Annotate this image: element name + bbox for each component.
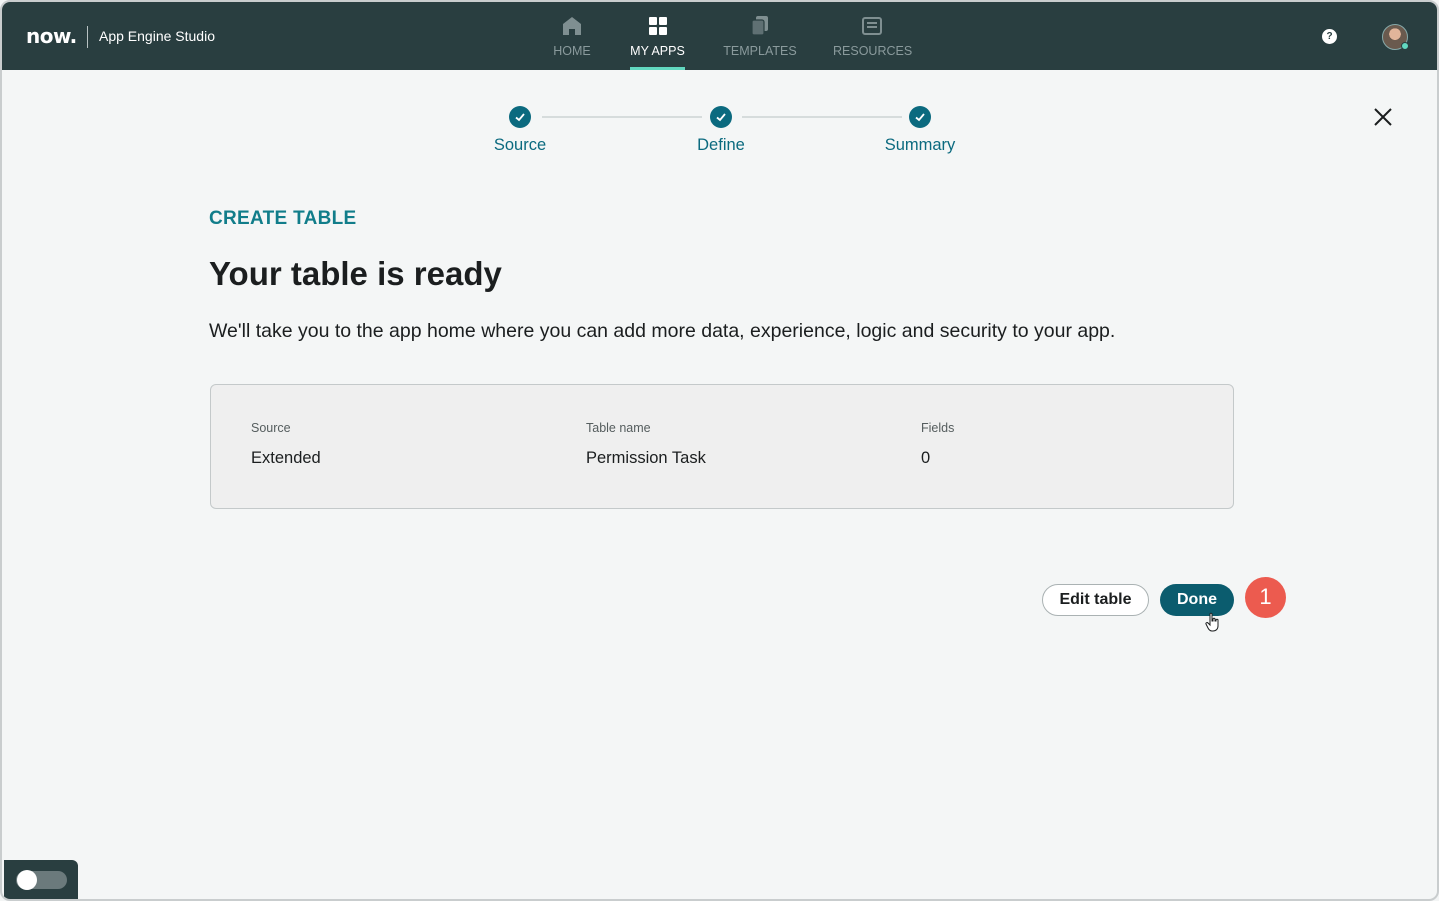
fields-label: Fields xyxy=(921,421,955,435)
toggle-knob xyxy=(17,870,37,890)
templates-icon xyxy=(751,16,768,36)
fields-value: 0 xyxy=(921,449,931,467)
step-define-label: Define xyxy=(697,136,745,154)
bottom-toggle-panel xyxy=(4,860,78,899)
done-button[interactable]: Done xyxy=(1160,584,1234,616)
step-summary-label: Summary xyxy=(884,136,956,154)
source-value: Extended xyxy=(251,449,321,467)
logo-divider xyxy=(87,26,88,48)
nav-my-apps-label: MY APPS xyxy=(630,44,685,58)
grid-icon xyxy=(648,17,667,35)
page-title: Your table is ready xyxy=(209,255,502,292)
check-icon xyxy=(710,106,732,128)
help-icon[interactable]: ? xyxy=(1322,29,1337,44)
summary-table-name: Table name Permission Task xyxy=(586,421,706,468)
summary-source: Source Extended xyxy=(251,421,321,468)
step-callout-badge: 1 xyxy=(1245,577,1286,618)
step-define[interactable]: Define xyxy=(661,106,781,155)
hand-pointer-icon xyxy=(1205,612,1219,632)
summary-fields: Fields 0 xyxy=(921,421,954,468)
nav-templates[interactable]: TEMPLATES xyxy=(722,2,798,70)
nav-home[interactable]: HOME xyxy=(547,2,597,70)
nav-home-label: HOME xyxy=(553,44,591,58)
app-title[interactable]: App Engine Studio xyxy=(99,28,215,44)
section-eyebrow: CREATE TABLE xyxy=(209,208,357,229)
active-tab-indicator xyxy=(630,67,685,70)
edit-table-button[interactable]: Edit table xyxy=(1042,584,1149,616)
step-source[interactable]: Source xyxy=(460,106,580,155)
top-navigation-bar: now. App Engine Studio HOME MY APPS TEMP… xyxy=(2,2,1437,70)
page-description: We'll take you to the app home where you… xyxy=(209,320,1116,342)
nav-my-apps[interactable]: MY APPS xyxy=(630,2,685,70)
check-icon xyxy=(909,106,931,128)
source-label: Source xyxy=(251,421,291,435)
table-name-label: Table name xyxy=(586,421,651,435)
nav-templates-label: TEMPLATES xyxy=(723,44,797,58)
home-icon xyxy=(563,17,581,35)
close-icon[interactable] xyxy=(1370,104,1396,130)
step-source-label: Source xyxy=(493,136,547,154)
check-icon xyxy=(509,106,531,128)
step-summary[interactable]: Summary xyxy=(860,106,980,155)
table-name-value: Permission Task xyxy=(586,449,706,467)
table-summary-card: Source Extended Table name Permission Ta… xyxy=(210,384,1234,509)
resources-icon xyxy=(862,17,882,35)
nav-resources[interactable]: RESOURCES xyxy=(833,2,913,70)
nav-resources-label: RESOURCES xyxy=(833,44,913,58)
presence-indicator xyxy=(1401,42,1409,50)
toggle-switch[interactable] xyxy=(16,870,67,890)
app-window: now. App Engine Studio HOME MY APPS TEMP… xyxy=(0,0,1439,901)
servicenow-logo[interactable]: now. xyxy=(26,24,77,48)
